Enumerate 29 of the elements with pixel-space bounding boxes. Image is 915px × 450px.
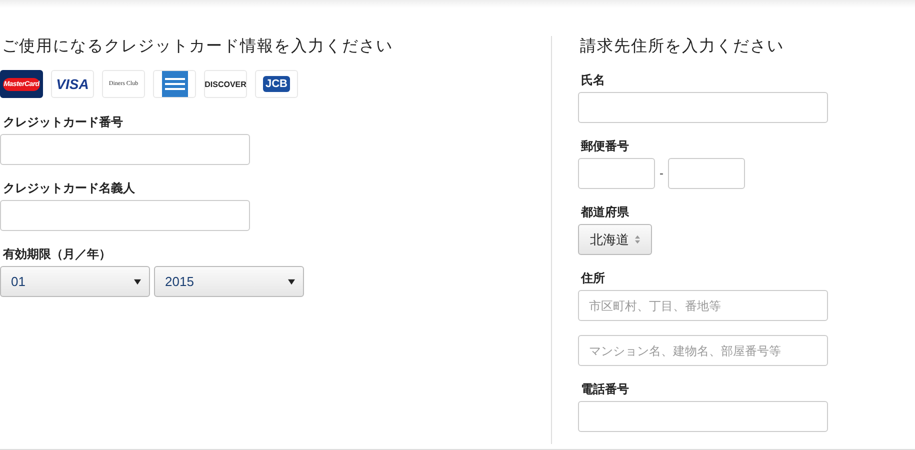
input-field[interactable]: マンション名、建物名、部屋番号等 — [578, 335, 828, 366]
input-field[interactable] — [578, 92, 828, 123]
field-label: 住所 — [581, 270, 606, 286]
dropdown-arrow-icon — [288, 278, 295, 284]
section-title: ご使用になるクレジットカード情報を入力ください — [2, 36, 394, 56]
input-field[interactable] — [0, 134, 250, 165]
separator-text: - — [658, 167, 664, 180]
input-field[interactable] — [578, 401, 828, 432]
amex-logo — [153, 70, 196, 98]
input-field[interactable] — [0, 200, 250, 231]
input-field[interactable] — [578, 158, 655, 189]
field-label: 電話番号 — [581, 381, 630, 397]
year-select[interactable]: 2015 — [154, 266, 304, 297]
prefecture-select[interactable]: 北海道 — [578, 224, 652, 255]
input-field[interactable] — [668, 158, 745, 189]
section-title: 請求先住所を入力ください — [580, 36, 785, 56]
dropdown-arrow-icon — [134, 278, 141, 284]
input-field[interactable]: 市区町村、丁目、番地等 — [578, 290, 828, 321]
discover-logo: DISCOVER — [204, 70, 247, 98]
field-label: 氏名 — [581, 72, 606, 88]
month-select[interactable]: 01 — [0, 266, 150, 297]
field-label: 郵便番号 — [581, 138, 630, 154]
field-label: 都道府県 — [581, 204, 630, 220]
field-label: クレジットカード番号 — [3, 114, 124, 130]
jcb-logo: JCB — [255, 70, 298, 98]
field-label: クレジットカード名義人 — [3, 180, 136, 196]
visa-logo: VISA — [51, 70, 94, 98]
up-down-arrows-icon — [635, 235, 640, 244]
field-label: 有効期限（月／年） — [3, 246, 112, 262]
